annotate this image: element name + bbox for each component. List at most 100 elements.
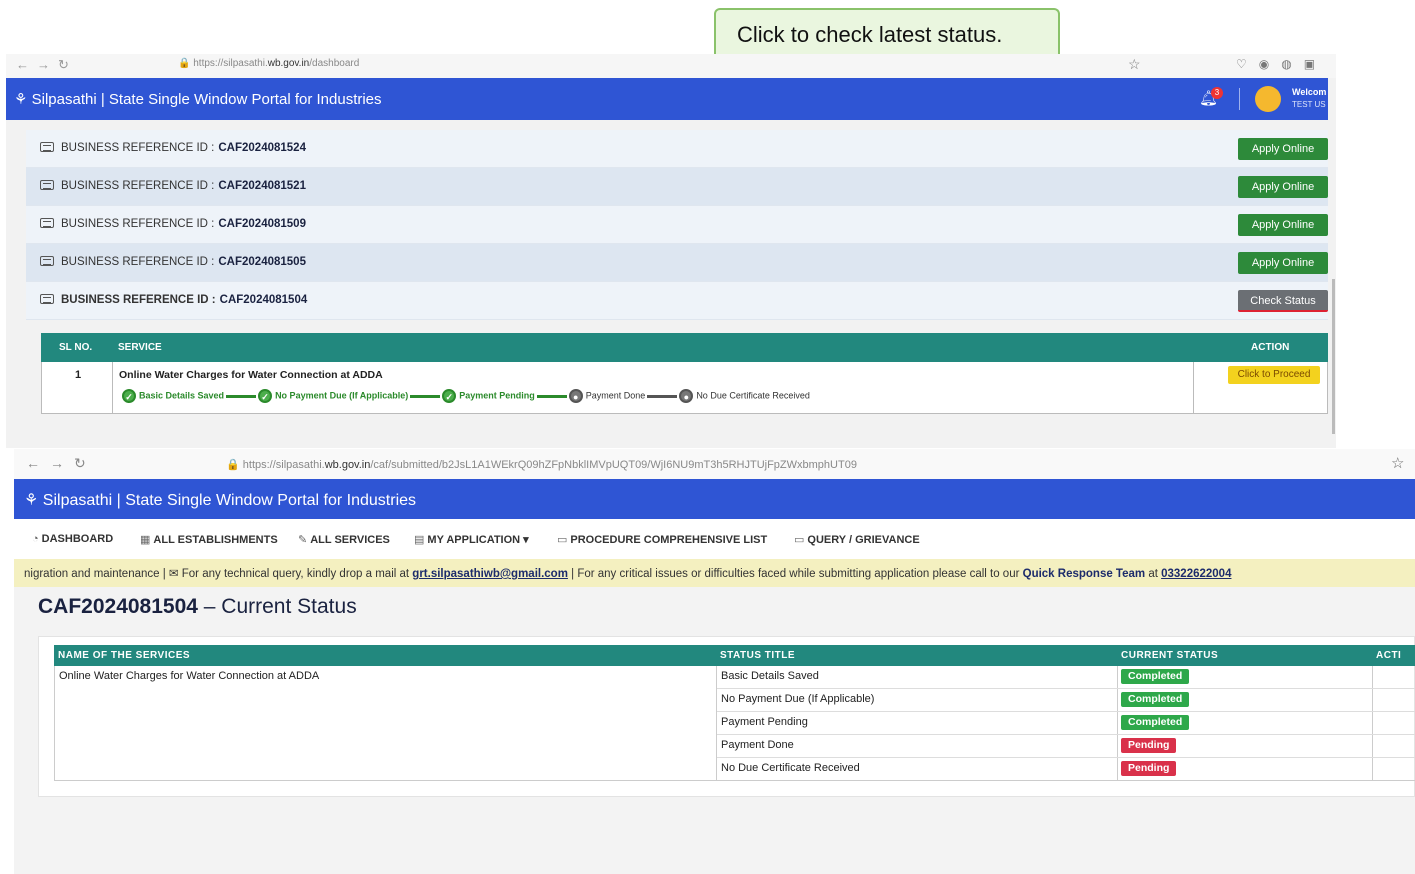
support-email-link[interactable]: grt.silpasathiwb@gmail.com bbox=[412, 568, 568, 580]
status-title: No Due Certificate Received bbox=[721, 762, 860, 774]
ref-id: CAF2024081505 bbox=[218, 256, 306, 268]
wrench-icon: ✎ bbox=[298, 534, 308, 546]
status-badge: Completed bbox=[1121, 669, 1190, 684]
list-icon bbox=[40, 218, 54, 228]
status-title: Payment Done bbox=[721, 739, 794, 751]
status-screenshot: ←→↻ 🔒 https://silpasathi.wb.gov.in/caf/s… bbox=[14, 449, 1415, 874]
bookmark-star-icon[interactable]: ☆ bbox=[1128, 56, 1141, 73]
mail-icon: ✉ bbox=[168, 568, 179, 580]
menu-my-application[interactable]: ▤ MY APPLICATION ▾ bbox=[414, 533, 529, 546]
scrollbar[interactable] bbox=[1332, 279, 1335, 434]
apply-online-button[interactable]: Apply Online bbox=[1238, 214, 1328, 236]
apply-online-button[interactable]: Apply Online bbox=[1238, 138, 1328, 160]
avatar[interactable] bbox=[1255, 86, 1281, 112]
dashboard-screenshot: ←→↻ 🔒 https://silpasathi.wb.gov.in/dashb… bbox=[6, 54, 1336, 448]
progress-connector bbox=[410, 394, 441, 398]
table-row: Basic Details Saved Completed bbox=[717, 666, 1415, 689]
service-name: Online Water Charges for Water Connectio… bbox=[59, 670, 320, 682]
check-icon: ✓ bbox=[258, 389, 273, 403]
bookmark-star-icon[interactable]: ☆ bbox=[1391, 454, 1404, 472]
col-service: SERVICE bbox=[118, 342, 162, 353]
menu-query-grievance[interactable]: ▭ QUERY / GRIEVANCE bbox=[794, 533, 920, 546]
portal-header: ⚘ Silpasathi | State Single Window Porta… bbox=[14, 479, 1415, 519]
progress-step: ✓ Payment Pending bbox=[442, 389, 535, 403]
page-title: CAF2024081504 – Current Status bbox=[38, 595, 357, 618]
col-service-name: NAME OF THE SERVICES bbox=[58, 650, 191, 661]
main-menu: ◔ DASHBOARD ▦ ALL ESTABLISHMENTS ✎ ALL SERV… bbox=[14, 519, 1415, 559]
ref-label: BUSINESS REFERENCE ID : CAF2024081521 bbox=[40, 180, 306, 192]
status-table-header: NAME OF THE SERVICES STATUS TITLE CURREN… bbox=[54, 645, 1415, 666]
table-row: No Due Certificate Received Pending bbox=[717, 758, 1415, 781]
document-icon: ▤ bbox=[414, 534, 425, 546]
ref-id: CAF2024081524 bbox=[218, 142, 306, 154]
status-badge: Pending bbox=[1121, 761, 1177, 776]
status-panel: NAME OF THE SERVICES STATUS TITLE CURREN… bbox=[38, 636, 1415, 797]
status-table-body: Online Water Charges for Water Connectio… bbox=[54, 666, 1415, 781]
pending-circle-icon: ● bbox=[679, 389, 694, 403]
list-icon: ▭ bbox=[557, 534, 568, 546]
cell-divider bbox=[1193, 362, 1194, 413]
check-icon: ✓ bbox=[442, 389, 457, 403]
status-callout: Click to check latest status. bbox=[714, 8, 1060, 54]
table-row: Payment Done Pending bbox=[717, 735, 1415, 758]
ref-label: BUSINESS REFERENCE ID : CAF2024081509 bbox=[40, 218, 306, 230]
cell-divider bbox=[112, 362, 113, 413]
list-icon bbox=[40, 294, 54, 304]
dashboard-icon: ◔ bbox=[32, 533, 39, 545]
row-sl-no: 1 bbox=[75, 369, 82, 381]
status-title: Basic Details Saved bbox=[721, 670, 819, 682]
browser-toolbar: ←→↻ 🔒 https://silpasathi.wb.gov.in/caf/s… bbox=[14, 449, 1415, 479]
status-badge: Completed bbox=[1121, 715, 1190, 730]
menu-all-services[interactable]: ✎ ALL SERVICES bbox=[298, 533, 390, 546]
progress-connector bbox=[226, 394, 257, 398]
portal-title[interactable]: ⚘ Silpasathi | State Single Window Porta… bbox=[24, 490, 416, 510]
table-row: No Payment Due (If Applicable) Completed bbox=[717, 689, 1415, 712]
ref-label: BUSINESS REFERENCE ID : CAF2024081504 bbox=[40, 294, 307, 306]
progress-step: ✓ No Payment Due (If Applicable) bbox=[258, 389, 408, 403]
check-icon: ✓ bbox=[122, 389, 136, 403]
click-to-proceed-button[interactable]: Click to Proceed bbox=[1228, 366, 1320, 384]
notification-badge: 3 bbox=[1211, 87, 1223, 99]
col-action: ACTI bbox=[1376, 650, 1402, 661]
business-ref-row: BUSINESS REFERENCE ID : CAF2024081524 App… bbox=[26, 130, 1328, 168]
progress-connector bbox=[536, 394, 567, 398]
address-bar[interactable]: 🔒 https://silpasathi.wb.gov.in/caf/submi… bbox=[226, 458, 857, 471]
ref-id: CAF2024081521 bbox=[218, 180, 306, 192]
message-icon: ▭ bbox=[794, 534, 805, 546]
header-divider bbox=[1239, 88, 1240, 110]
col-sl-no: SL NO. bbox=[59, 342, 93, 353]
status-title: No Payment Due (If Applicable) bbox=[721, 693, 875, 705]
menu-procedure-list[interactable]: ▭ PROCEDURE COMPREHENSIVE LIST bbox=[557, 533, 767, 546]
list-icon bbox=[40, 142, 54, 152]
table-row: 1 Online Water Charges for Water Connect… bbox=[41, 362, 1328, 414]
apply-online-button[interactable]: Apply Online bbox=[1238, 252, 1328, 274]
apply-online-button[interactable]: Apply Online bbox=[1238, 176, 1328, 198]
pending-circle-icon: ● bbox=[568, 389, 583, 403]
portal-title[interactable]: ⚘ Silpasathi | State Single Window Porta… bbox=[14, 90, 382, 108]
portal-header: ⚘ Silpasathi | State Single Window Porta… bbox=[6, 78, 1328, 120]
table-row: Payment Pending Completed bbox=[717, 712, 1415, 735]
extension-icons[interactable]: ♡◉◍▣ bbox=[1236, 57, 1327, 71]
user-name: TEST US bbox=[1292, 100, 1326, 109]
notice-text: nigration and maintenance | ✉ For any te… bbox=[24, 568, 1232, 580]
notice-ticker: nigration and maintenance | ✉ For any te… bbox=[14, 559, 1415, 587]
address-bar[interactable]: 🔒 https://silpasathi.wb.gov.in/dashboard bbox=[178, 58, 359, 69]
building-icon: ▦ bbox=[140, 534, 151, 546]
browser-nav-icons[interactable]: ←→↻ bbox=[26, 455, 96, 472]
check-status-button[interactable]: Check Status bbox=[1238, 290, 1328, 312]
status-badge: Completed bbox=[1121, 692, 1190, 707]
menu-all-establishments[interactable]: ▦ ALL ESTABLISHMENTS bbox=[140, 533, 278, 546]
progress-step: ● Payment Done bbox=[568, 389, 645, 403]
progress-connector bbox=[647, 394, 678, 398]
ref-id: CAF2024081509 bbox=[218, 218, 306, 230]
service-table-header: SL NO. SERVICE ACTION bbox=[41, 333, 1328, 362]
callout-text: Click to check latest status. bbox=[737, 22, 1003, 47]
col-current-status: CURRENT STATUS bbox=[1121, 650, 1219, 661]
support-phone-link[interactable]: 03322622004 bbox=[1161, 568, 1231, 580]
business-ref-row: BUSINESS REFERENCE ID : CAF2024081505 App… bbox=[26, 244, 1328, 282]
browser-toolbar: ←→↻ 🔒 https://silpasathi.wb.gov.in/dashb… bbox=[6, 54, 1336, 78]
browser-nav-icons[interactable]: ←→↻ bbox=[16, 57, 77, 73]
col-status-title: STATUS TITLE bbox=[720, 650, 796, 661]
list-icon bbox=[40, 256, 54, 266]
menu-dashboard[interactable]: ◔ DASHBOARD bbox=[32, 533, 113, 545]
